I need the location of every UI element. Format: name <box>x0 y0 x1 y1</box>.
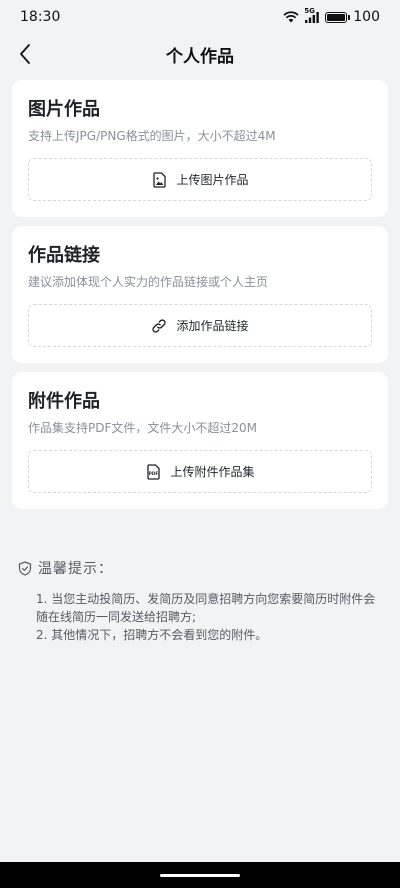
tip-item: 2. 其他情况下，招聘方不会看到您的附件。 <box>36 628 268 642</box>
home-indicator[interactable] <box>160 873 240 877</box>
card-subtitle: 支持上传JPG/PNG格式的图片，大小不超过4M <box>28 129 276 143</box>
status-bar: 18:30 5G 100 <box>0 0 400 34</box>
upload-attachment-label: 上传附件作品集 <box>170 465 255 479</box>
image-works-card: 图片作品 支持上传JPG/PNG格式的图片，大小不超过4M 上传图片作品 <box>12 80 388 217</box>
add-link-label: 添加作品链接 <box>176 319 249 333</box>
link-icon <box>151 318 167 334</box>
status-icons: 5G 100 <box>283 7 380 25</box>
tips-header: 温馨提示： <box>18 558 382 578</box>
main-content: 图片作品 支持上传JPG/PNG格式的图片，大小不超过4M 上传图片作品 作品链… <box>0 74 400 509</box>
attachment-works-card: 附件作品 作品集支持PDF文件，文件大小不超过20M PDF 上传附件作品集 <box>12 372 388 509</box>
cellular-signal-icon: 5G <box>304 7 320 23</box>
work-link-card: 作品链接 建议添加体现个人实力的作品链接或个人主页 添加作品链接 <box>12 226 388 363</box>
upload-image-button[interactable]: 上传图片作品 <box>28 158 372 201</box>
chevron-left-icon <box>20 44 30 64</box>
tip-item: 1. 当您主动投简历、发简历及同意招聘方向您索要简历时附件会随在线简历一同发送给… <box>36 592 376 624</box>
tips-section: 温馨提示： 1. 当您主动投简历、发简历及同意招聘方向您索要简历时附件会随在线简… <box>0 518 400 644</box>
card-title: 附件作品 <box>28 391 100 412</box>
battery-level: 100 <box>353 9 380 25</box>
status-time: 18:30 <box>20 9 61 25</box>
wifi-icon <box>283 11 299 23</box>
image-icon <box>151 171 167 188</box>
nav-bar: 个人作品 <box>0 34 400 74</box>
pdf-icon-text: PDF <box>149 471 159 476</box>
upload-attachment-button[interactable]: PDF 上传附件作品集 <box>28 450 372 493</box>
system-navigation-bar <box>0 862 400 888</box>
battery-icon <box>325 11 348 23</box>
card-subtitle: 建议添加体现个人实力的作品链接或个人主页 <box>28 275 269 289</box>
card-title: 图片作品 <box>28 99 100 120</box>
card-title: 作品链接 <box>28 245 100 266</box>
shield-check-icon <box>18 560 32 576</box>
card-subtitle: 作品集支持PDF文件，文件大小不超过20M <box>28 421 258 435</box>
back-button[interactable] <box>14 42 38 66</box>
pdf-icon: PDF <box>145 463 161 480</box>
network-type: 5G <box>304 6 315 15</box>
upload-image-label: 上传图片作品 <box>176 173 249 187</box>
tips-title: 温馨提示： <box>38 561 113 577</box>
tips-list: 1. 当您主动投简历、发简历及同意招聘方向您索要简历时附件会随在线简历一同发送给… <box>18 590 382 644</box>
add-link-button[interactable]: 添加作品链接 <box>28 304 372 347</box>
battery-indicator: 100 <box>325 9 380 25</box>
page-title: 个人作品 <box>166 46 234 67</box>
